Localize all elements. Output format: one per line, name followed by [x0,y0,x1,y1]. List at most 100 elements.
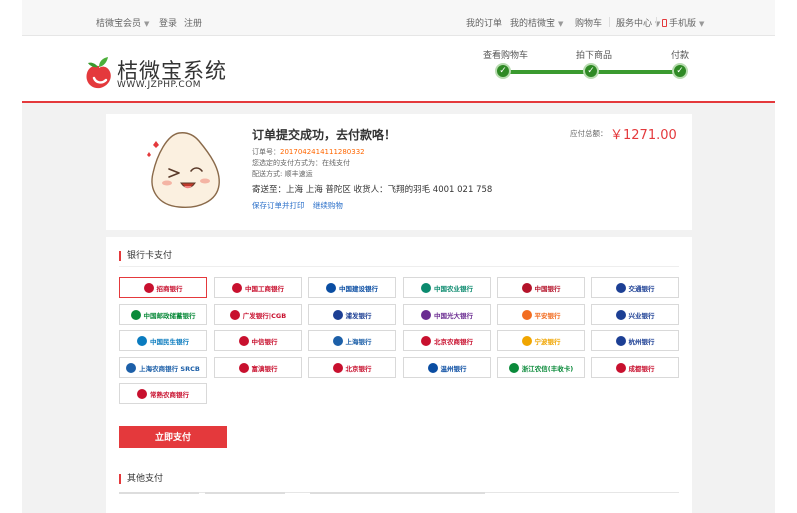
bank-option[interactable]: 成都银行 [591,357,679,378]
bank-name: 成都银行 [628,364,655,373]
continue-shopping-link[interactable]: 继续购物 [313,201,343,210]
bank-option[interactable]: 温州银行 [403,357,491,378]
bank-option[interactable]: 常熟农商银行 [119,383,207,404]
bank-logo-icon [421,309,431,320]
register-link[interactable]: 注册 [184,16,202,29]
bank-name: 北京银行 [345,364,372,373]
ship-method: 配送方式: 顺丰速运 [252,170,313,178]
divider [609,17,610,27]
check-icon: ✓ [495,63,511,79]
bank-logo-icon [332,335,343,346]
bank-option[interactable]: 中国民生银行 [119,330,207,351]
bank-option[interactable]: 中国农业银行 [403,277,491,298]
section-divider [119,266,679,267]
bank-name: 常熟农商银行 [150,390,189,399]
bank-section-title: 银行卡支付 [119,251,172,261]
bank-logo-icon [615,309,626,320]
bank-name: 上海农商银行 SRCB [139,364,200,373]
bank-option[interactable]: 中国银行 [497,277,585,298]
bank-option[interactable]: 中国工商银行 [214,277,302,298]
bank-option[interactable]: 广发银行|CGB [214,304,302,325]
mobile-menu[interactable]: 手机版 ▼ [662,16,704,29]
bank-option[interactable]: 兴业银行 [591,304,679,325]
bank-logo-icon [521,282,532,293]
bank-name: 中国银行 [534,284,561,293]
bank-name: 中国邮政储蓄银行 [143,311,196,320]
bank-name: 北京农商银行 [434,337,473,346]
divider [656,17,657,27]
bank-name: 宁波银行 [534,337,561,346]
bank-option[interactable]: 杭州银行 [591,330,679,351]
mascot-illustration [147,132,220,208]
chevron-down-icon: ▼ [558,20,564,28]
bank-option[interactable]: 北京银行 [308,357,396,378]
bank-logo-icon [427,362,438,373]
tab-underline [310,492,485,494]
bank-logo-icon [137,335,147,346]
my-orders-link[interactable]: 我的订单 [466,16,502,29]
bank-option[interactable]: 浙江农信(丰收卡) [497,357,585,378]
bank-option[interactable]: 北京农商银行 [403,330,491,351]
cart-link[interactable]: 购物车 [575,16,602,29]
bank-logo-icon [326,282,336,293]
save-print-link[interactable]: 保存订单并打印 [252,201,305,210]
login-link[interactable]: 登录 [159,16,177,29]
bank-option[interactable]: 平安银行 [497,304,585,325]
bank-option[interactable]: 招商银行 [119,277,207,298]
bank-option[interactable]: 中国建设银行 [308,277,396,298]
bank-name: 招商银行 [156,284,183,293]
bank-option[interactable]: 上海银行 [308,330,396,351]
pay-now-button[interactable]: 立即支付 [119,426,227,448]
bank-logo-icon [421,335,431,346]
header-divider [22,101,775,103]
bank-name: 富滇银行 [251,364,278,373]
service-center-menu[interactable]: 服务中心 ▼ [616,16,660,29]
chevron-down-icon: ▼ [699,20,705,28]
bank-option[interactable]: 上海农商银行 SRCB [119,357,207,378]
order-links: 保存订单并打印 继续购物 [252,200,349,211]
bank-name: 中信银行 [251,337,278,346]
logo-icon[interactable] [84,56,114,90]
bank-name: 上海银行 [345,337,372,346]
site-member-menu[interactable]: 桔微宝会员 ▼ [96,16,149,29]
bank-name: 中国建设银行 [339,284,378,293]
bank-logo-icon [615,362,626,373]
bank-name: 中国工商银行 [245,284,284,293]
bank-name: 兴业银行 [628,311,655,320]
bank-option[interactable]: 富滇银行 [214,357,302,378]
amount-label: 应付总额： [570,129,608,138]
step-label-pay: 付款 [671,51,690,61]
phone-icon [662,19,667,27]
bank-option[interactable]: 中国邮政储蓄银行 [119,304,207,325]
my-account-menu[interactable]: 我的桔微宝 ▼ [510,16,563,29]
bank-name: 浦发银行 [345,311,372,320]
check-icon: ✓ [583,63,599,79]
bank-logo-icon [521,309,532,320]
amount-value: ￥1271.00 [610,128,677,143]
bank-logo-icon [130,309,141,320]
bank-logo-icon [508,362,519,373]
bank-logo-icon [238,362,249,373]
bank-logo-icon [332,362,343,373]
check-icon: ✓ [672,63,688,79]
other-section-title: 其他支付 [119,474,163,484]
bank-option[interactable]: 交通银行 [591,277,679,298]
bank-option[interactable]: 宁波银行 [497,330,585,351]
step-label-order: 拍下商品 [576,51,613,61]
bank-name: 交通银行 [628,284,655,293]
bank-logo-icon [137,388,147,399]
bank-name: 广发银行|CGB [242,311,287,320]
bank-option[interactable]: 中国光大银行 [403,304,491,325]
pay-method: 您选定的支付方式为：在线支付 [252,159,350,167]
bank-name: 中国光大银行 [434,311,473,320]
order-number: 订单号：2017042414111280332 [252,148,365,156]
bank-logo-icon [143,282,154,293]
bank-option[interactable]: 中信银行 [214,330,302,351]
bank-logo-icon [229,309,240,320]
tab-underline [205,492,285,494]
bank-option[interactable]: 浦发银行 [308,304,396,325]
bank-logo-icon [615,282,626,293]
bank-logo-icon [126,362,137,373]
logo-url: WWW.JZPHP.COM [117,80,202,90]
order-success-title: 订单提交成功，去付款咯！ [252,128,397,142]
